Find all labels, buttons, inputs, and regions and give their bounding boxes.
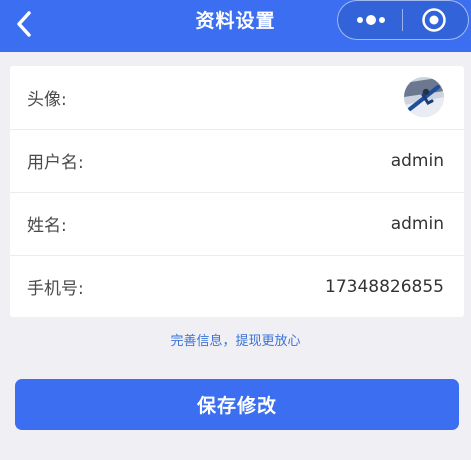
info-hint: 完善信息，提现更放心 xyxy=(170,334,301,349)
phone-label: 手机号: xyxy=(27,279,84,299)
username-value: admin xyxy=(390,150,444,171)
username-row[interactable]: 用户名: admin xyxy=(10,129,464,191)
avatar-label: 头像: xyxy=(27,89,67,110)
name-value: admin xyxy=(390,213,444,234)
name-row[interactable]: 姓名: admin xyxy=(10,192,464,254)
save-button[interactable]: 保存修改 xyxy=(15,379,459,430)
profile-card: 头像: 用户名: admin 姓名: admin 手机号: 1734882685… xyxy=(10,66,464,317)
avatar[interactable] xyxy=(404,77,444,117)
top-bar: 资料设置 xyxy=(0,0,471,52)
phone-value: 17348826855 xyxy=(325,276,444,297)
phone-row[interactable]: 手机号: 17348826855 xyxy=(10,255,464,317)
mini-program-capsule xyxy=(337,0,469,40)
close-button[interactable] xyxy=(416,3,452,37)
avatar-row[interactable]: 头像: xyxy=(10,66,464,128)
capsule-divider xyxy=(402,9,403,31)
more-dots-icon xyxy=(357,17,363,23)
target-circle-icon xyxy=(422,8,446,32)
username-label: 用户名: xyxy=(27,153,84,173)
more-button[interactable] xyxy=(346,3,396,37)
name-label: 姓名: xyxy=(27,216,67,236)
